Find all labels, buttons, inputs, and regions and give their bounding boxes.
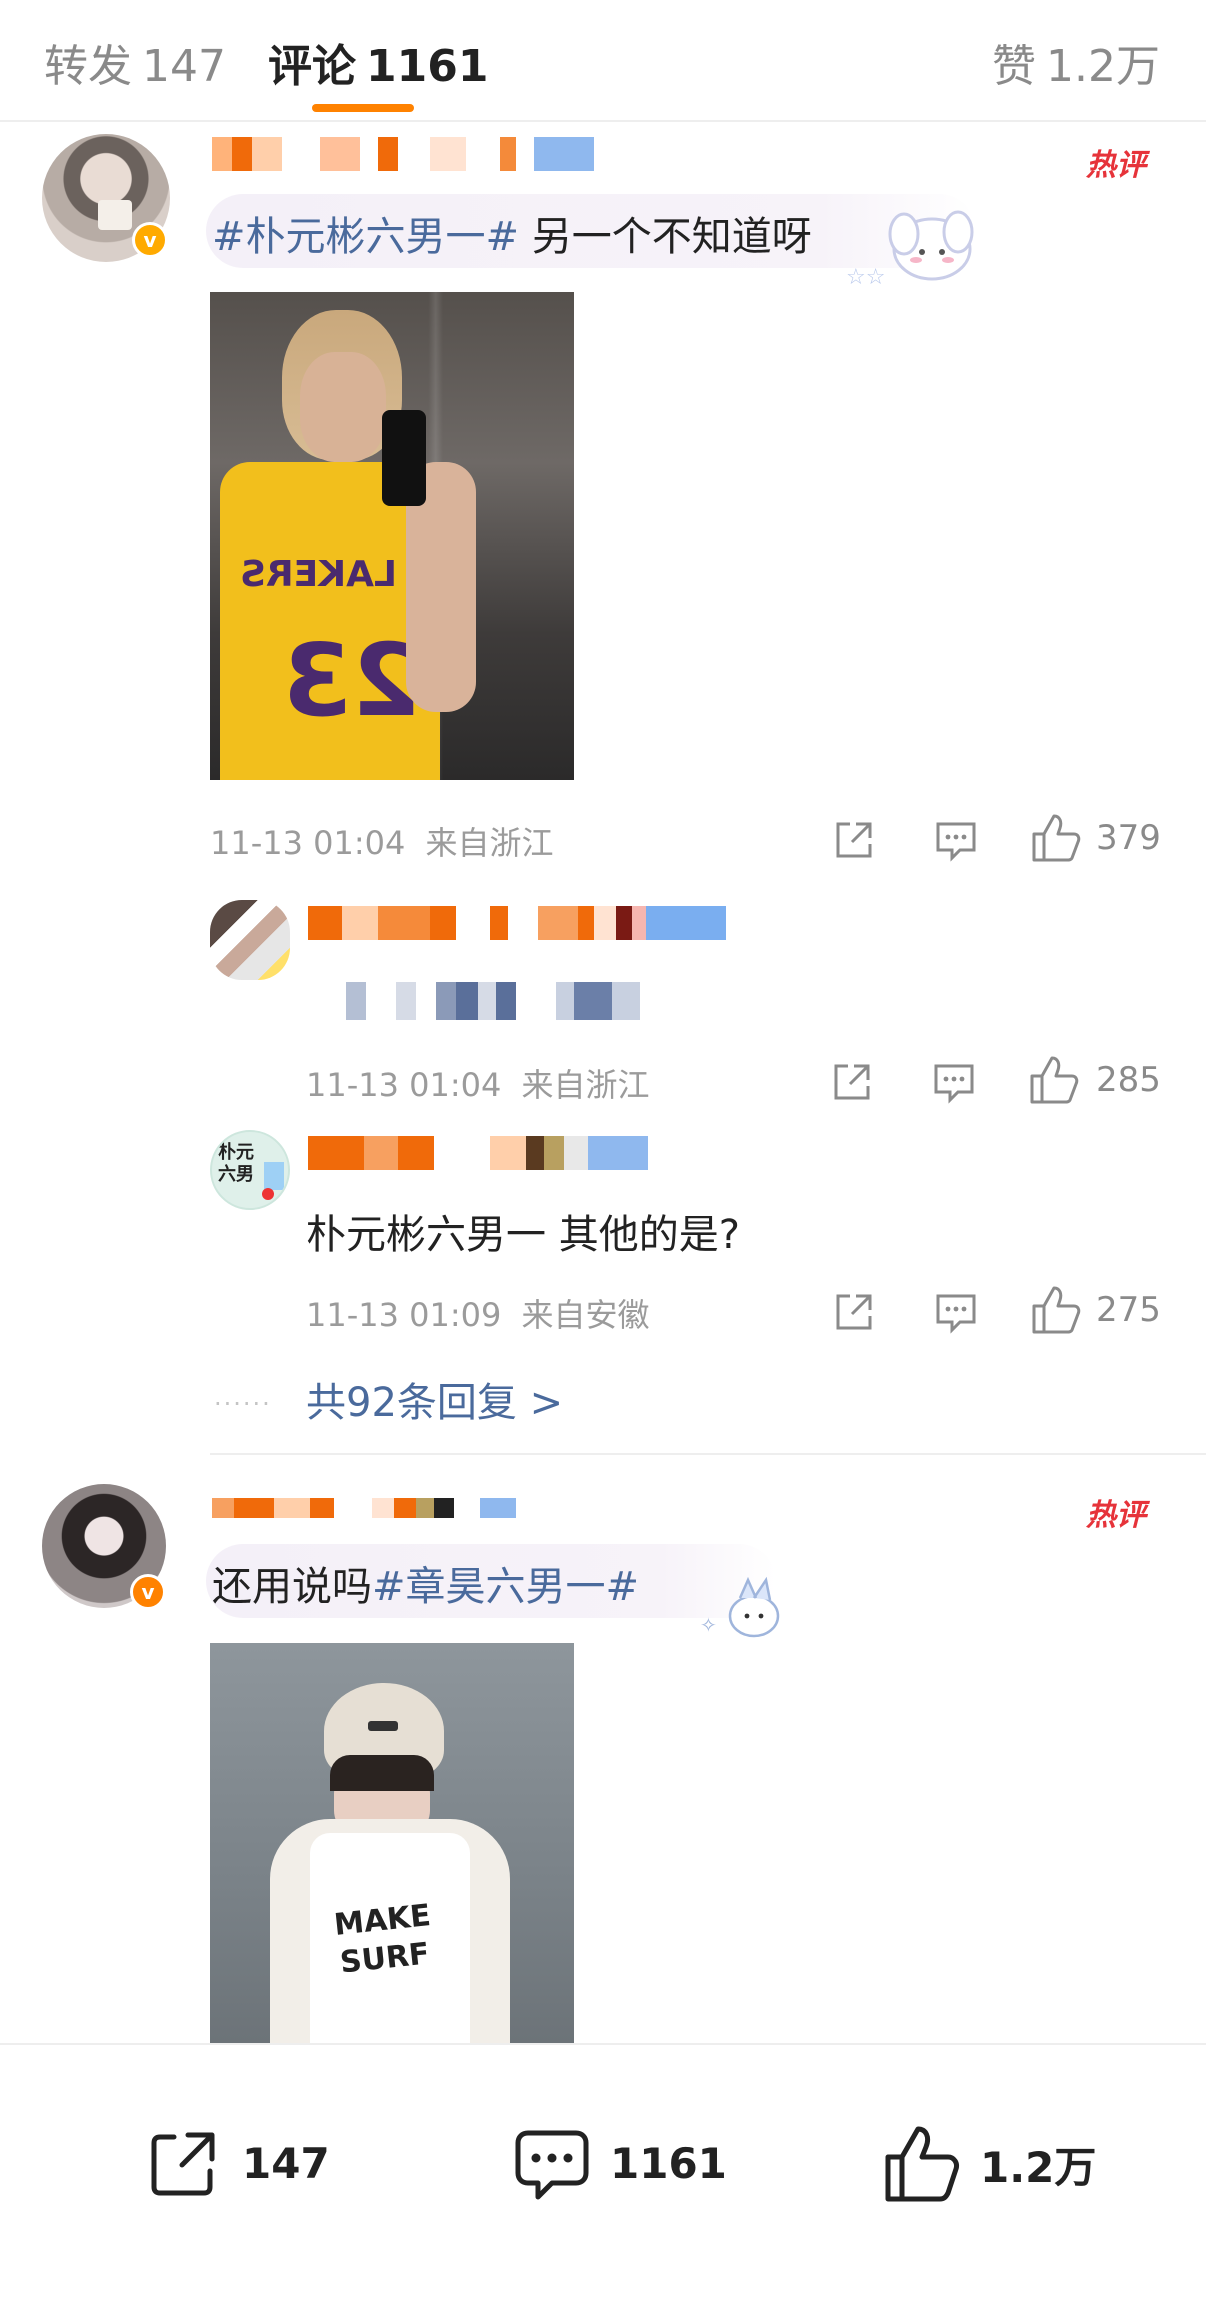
reply-icon[interactable] [932,1060,976,1104]
tab-repost-label: 转发 [44,41,132,92]
share-icon [151,2132,215,2196]
username-redacted[interactable] [212,137,594,171]
hot-comment-badge: 热评 [1086,1480,1164,1534]
like-button[interactable]: 1.2万 [880,2123,1096,2205]
svg-text:☆☆: ☆☆ [846,265,885,290]
comment-time: 11-13 01:04 [210,824,406,862]
repost-button[interactable]: 147 [144,2123,330,2203]
comment-text[interactable]: 还用说吗#章昊六男一# [212,1554,639,1612]
comment-location: 来自浙江 [425,824,554,862]
repost-count: 147 [242,2138,330,2188]
reply-location: 来自安徽 [521,1296,650,1334]
reply-meta: 11-13 01:04 来自浙江 [306,1060,650,1106]
comment-meta: 11-13 01:04 来自浙江 [210,818,554,864]
reply-username-redacted[interactable] [308,906,726,940]
comment-page: 转发 147 评论 1161 赞 1.2万 v 热评 #朴元彬六男一# 另一个不知道呀… [0,0,1206,2313]
hot-comment-label: 热评 [1086,148,1146,183]
topic-link[interactable]: #朴元彬六男一# [212,214,519,260]
more-replies-dots: ······ [214,1390,272,1418]
svg-text:✧: ✧ [700,1613,717,1637]
avatar-text: 朴元六男 [218,1142,254,1185]
tab-comment[interactable]: 评论 1161 [268,30,488,94]
tab-like-label: 赞 [992,41,1037,92]
reply-text-redacted [326,982,640,1020]
comment-image[interactable]: MAKE SURF [210,1643,574,2043]
like-icon[interactable] [1028,1054,1080,1106]
username-redacted[interactable] [212,1498,516,1518]
like-count: 285 [1096,1060,1161,1100]
comment-icon [515,2130,589,2200]
like-icon[interactable] [1030,812,1082,864]
hot-comment-label: 热评 [1086,1498,1146,1533]
like-count: 1.2万 [980,2142,1097,2192]
comment-count: 1161 [610,2138,727,2188]
reply-time: 11-13 01:09 [306,1296,502,1334]
tab-bar: 转发 147 评论 1161 赞 1.2万 [0,0,1206,122]
like-count: 275 [1096,1290,1161,1330]
comment-body: 还用说吗 [212,1564,372,1610]
reply-icon[interactable] [934,818,978,862]
bottom-action-bar: 147 1161 1.2万 [0,2043,1206,2313]
tab-active-indicator [312,104,414,112]
share-icon[interactable] [832,818,876,862]
verified-icon: v [132,222,168,258]
hot-comment-badge: 热评 [1086,130,1164,184]
tab-comment-count: 1161 [366,41,489,92]
tab-like-count: 1.2万 [1046,41,1160,92]
bunny-sticker-icon: ✧ [700,1576,780,1638]
comment-button[interactable]: 1161 [512,2123,727,2203]
tab-like[interactable]: 赞 1.2万 [992,30,1160,94]
reply-username-redacted[interactable] [308,1136,648,1170]
like-icon [885,2126,959,2202]
like-icon[interactable] [1030,1284,1082,1336]
reply-meta: 11-13 01:09 来自安徽 [306,1290,650,1336]
share-icon[interactable] [830,1060,874,1104]
topic-link[interactable]: #章昊六男一# [372,1564,639,1610]
like-count: 379 [1096,818,1161,858]
comment-image[interactable]: LAKERS 23 [210,292,574,780]
tab-repost[interactable]: 转发 147 [44,30,226,94]
tab-repost-count: 147 [142,41,226,92]
reply-avatar-redacted[interactable] [210,900,290,980]
more-replies-link[interactable]: 共92条回复 > [306,1370,563,1428]
comment-divider [210,1453,1206,1455]
reply-location: 来自浙江 [521,1066,650,1104]
comment-body: 另一个不知道呀 [519,214,812,260]
reply-icon[interactable] [934,1290,978,1334]
tab-comment-label: 评论 [268,41,356,92]
share-icon[interactable] [832,1290,876,1334]
comment-text[interactable]: #朴元彬六男一# 另一个不知道呀 [212,204,812,262]
verified-icon: v [130,1574,166,1610]
reply-avatar[interactable]: 朴元六男 [210,1130,290,1210]
bunny-sticker-icon: ☆☆ [846,210,974,290]
reply-text: 朴元彬六男一 其他的是? [306,1212,740,1258]
reply-time: 11-13 01:04 [306,1066,502,1104]
